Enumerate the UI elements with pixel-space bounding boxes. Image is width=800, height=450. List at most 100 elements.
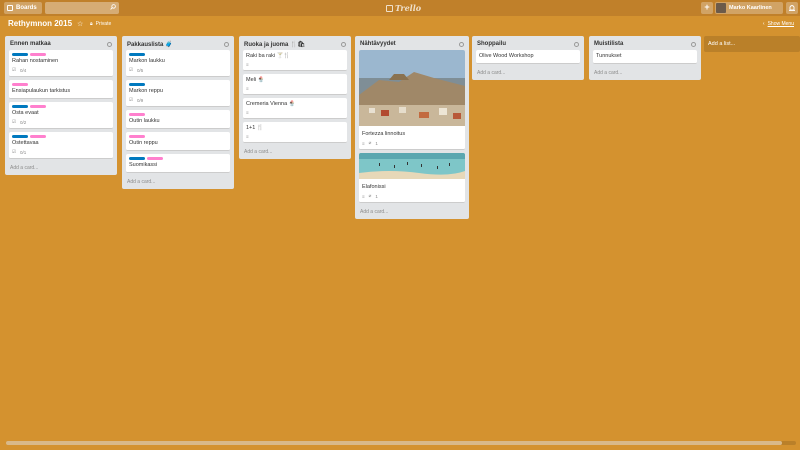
card[interactable]: Elafonissi ≡ ⌀ 1 — [359, 153, 465, 203]
attachment-icon: ⌀ — [368, 193, 372, 198]
logo-text: Trello — [395, 3, 422, 13]
label-blue — [129, 83, 145, 86]
user-name: Marko Kaarlinen — [729, 5, 772, 11]
label-pink — [12, 83, 28, 86]
list-title[interactable]: Nähtävyydet — [360, 41, 396, 47]
checklist-icon: ☑ — [12, 149, 17, 154]
description-icon: ≡ — [246, 110, 249, 115]
card[interactable]: Meli 🍨 ≡ — [243, 74, 347, 95]
card[interactable]: Rahan nostaminen ☑ 0/4 — [9, 50, 113, 77]
card[interactable]: Raki ba raki 🍸🍴 ≡ — [243, 50, 347, 71]
card-title: Suomikassi — [129, 162, 158, 168]
card[interactable]: Ensiapulaukun tarkistus — [9, 80, 113, 99]
label-pink — [129, 113, 145, 116]
avatar — [716, 3, 726, 13]
list-pakkauslista: Pakkauslista 🧳 Markon laukku ☑ 0/5 Markon… — [122, 36, 234, 189]
card[interactable]: Tunnukset — [593, 50, 697, 64]
card[interactable]: Suomikassi — [126, 154, 230, 173]
card-title: Fortezza linnoitus — [362, 131, 406, 137]
label-pink — [30, 53, 46, 56]
description-icon: ≡ — [362, 140, 365, 146]
label-blue — [12, 105, 28, 108]
card[interactable]: Ostettavaa ☑ 0/1 — [9, 132, 113, 159]
card-title: Tunnukset — [596, 53, 622, 59]
card[interactable]: Outin reppu — [126, 132, 230, 151]
list-title[interactable]: Ruoka ja juoma 🍴🛍 — [244, 41, 305, 48]
add-card-link[interactable]: Add a card... — [9, 162, 113, 171]
board-title[interactable]: Rethymnon 2015 — [8, 19, 72, 28]
label-pink — [30, 135, 46, 138]
checklist-icon: ☑ — [129, 97, 134, 102]
add-list-button[interactable]: Add a list... — [704, 36, 800, 52]
star-icon[interactable]: ☆ — [77, 20, 83, 28]
description-icon: ≡ — [246, 134, 249, 139]
card-title: Elafonissi — [362, 184, 386, 190]
boards-button[interactable]: Boards — [4, 2, 42, 14]
card-title: Raki ba raki 🍸🍴 — [246, 53, 291, 59]
list-menu-icon[interactable] — [574, 41, 579, 47]
card[interactable]: 1+1 🍴 ≡ — [243, 122, 347, 143]
user-menu-button[interactable]: Marko Kaarlinen — [715, 2, 783, 14]
card-title: 1+1 🍴 — [246, 125, 264, 131]
label-pink — [147, 157, 163, 160]
card[interactable]: Olive Wood Workshop — [476, 50, 580, 64]
checklist-count: 0/5 — [137, 67, 144, 73]
label-blue — [129, 53, 145, 56]
label-blue — [129, 157, 145, 160]
trello-logo[interactable]: Trello — [386, 3, 421, 13]
card-title: Ostettavaa — [12, 140, 39, 146]
checklist-icon: ☑ — [129, 67, 134, 72]
add-card-link[interactable]: Add a card... — [243, 146, 347, 155]
attachment-count: 1 — [375, 140, 378, 146]
boards-icon — [7, 5, 13, 11]
add-button[interactable]: + — [701, 2, 713, 14]
list-title[interactable]: Ennen matkaa — [10, 41, 51, 47]
card-title: Ensiapulaukun tarkistus — [12, 88, 71, 94]
list-ennen-matkaa: Ennen matkaa Rahan nostaminen ☑ 0/4 Ensia… — [5, 36, 117, 175]
trello-logo-icon — [386, 4, 393, 12]
list-muistilista: Muistilista Tunnukset Add a card... — [589, 36, 701, 80]
list-menu-icon[interactable] — [459, 41, 464, 47]
add-card-link[interactable]: Add a card... — [476, 67, 580, 76]
add-card-link[interactable]: Add a card... — [359, 206, 465, 215]
list-ruoka-ja-juoma: Ruoka ja juoma 🍴🛍 Raki ba raki 🍸🍴 ≡ Meli… — [239, 36, 351, 159]
attachment-icon: ⌀ — [368, 140, 372, 145]
search-input[interactable] — [45, 2, 119, 14]
list-nahtavyydet: Nähtävyydet Fortezza linnoitus ≡ ⌀ 1 Ela… — [355, 36, 469, 219]
description-icon: ≡ — [362, 193, 365, 199]
list-menu-icon[interactable] — [224, 41, 229, 47]
fortezza-photo — [359, 50, 465, 126]
bell-icon — [789, 5, 795, 11]
scrollbar-thumb[interactable] — [6, 441, 782, 445]
label-pink — [30, 105, 46, 108]
card[interactable]: Outin laukku — [126, 110, 230, 129]
top-bar: Boards Trello + Marko Kaarlinen — [0, 0, 800, 16]
visibility-label: Private — [95, 21, 112, 27]
card-title: Outin reppu — [129, 140, 158, 146]
card[interactable]: Markon reppu ☑ 0/9 — [126, 80, 230, 107]
card-title: Markon laukku — [129, 58, 165, 64]
checklist-icon: ☑ — [12, 119, 17, 124]
list-title[interactable]: Muistilista — [594, 41, 623, 47]
add-card-link[interactable]: Add a card... — [593, 67, 697, 76]
list-title[interactable]: Pakkauslista 🧳 — [127, 41, 173, 48]
description-icon: ≡ — [246, 86, 249, 91]
card[interactable]: Markon laukku ☑ 0/5 — [126, 50, 230, 77]
list-shoppailu: Shoppailu Olive Wood Workshop Add a card… — [472, 36, 584, 80]
visibility-button[interactable]: 🔒︎ Private — [90, 21, 111, 27]
list-title[interactable]: Shoppailu — [477, 41, 506, 47]
show-menu-button[interactable]: ‹ Show Menu — [763, 21, 794, 27]
list-menu-icon[interactable] — [107, 41, 112, 47]
card[interactable]: Fortezza linnoitus ≡ ⌀ 1 — [359, 50, 465, 150]
search-icon[interactable] — [110, 4, 116, 10]
label-blue — [12, 135, 28, 138]
card[interactable]: Cremeria Vienna 🍨 ≡ — [243, 98, 347, 119]
label-blue — [12, 53, 28, 56]
card[interactable]: Osta evaat ☑ 0/2 — [9, 102, 113, 129]
list-menu-icon[interactable] — [691, 41, 696, 47]
list-menu-icon[interactable] — [341, 41, 346, 47]
horizontal-scrollbar[interactable] — [6, 441, 796, 445]
notifications-button[interactable] — [786, 2, 798, 14]
add-card-link[interactable]: Add a card... — [126, 176, 230, 185]
checklist-count: 0/9 — [137, 97, 144, 103]
